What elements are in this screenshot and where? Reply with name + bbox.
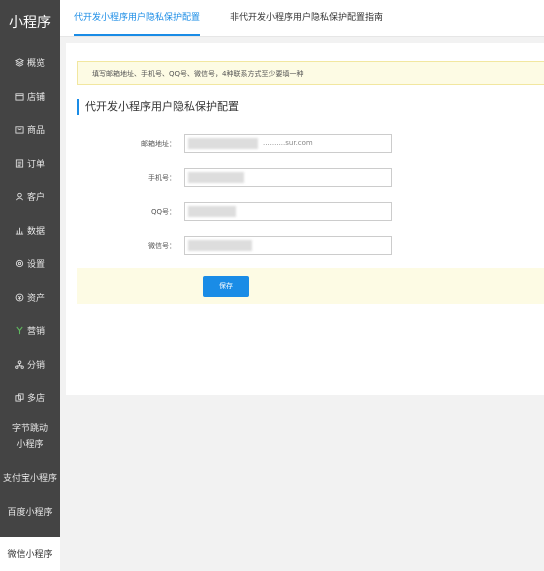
marketing-icon bbox=[15, 326, 24, 335]
order-icon bbox=[15, 159, 24, 168]
sidebar-item-alipay-miniapp[interactable]: 支付宝小程序 bbox=[0, 461, 60, 495]
tab-privacy-guide[interactable]: 非代开发小程序用户隐私保护配置指南 bbox=[230, 0, 383, 36]
email-label: 邮箱地址： bbox=[141, 140, 176, 148]
sidebar-item-label: 数据 bbox=[26, 226, 45, 237]
sidebar-item-assets[interactable]: 资产 bbox=[0, 281, 60, 315]
sidebar-item-baidu-miniapp[interactable]: 百度小程序 bbox=[0, 495, 60, 529]
phone-field[interactable] bbox=[184, 168, 392, 187]
tab-privacy-config[interactable]: 代开发小程序用户隐私保护配置 bbox=[74, 0, 201, 36]
save-button[interactable]: 保存 bbox=[203, 276, 249, 297]
gear-icon bbox=[15, 259, 24, 268]
sidebar-item-label: 商品 bbox=[26, 126, 45, 137]
sidebar-item-label: 百度小程序 bbox=[7, 508, 53, 518]
sidebar-item-label-line1: 字节跳动 bbox=[11, 424, 48, 434]
wechat-label: 微信号： bbox=[148, 242, 176, 250]
bag-icon bbox=[15, 125, 24, 134]
top-tab-bar: 代开发小程序用户隐私保护配置 非代开发小程序用户隐私保护配置指南 bbox=[60, 0, 544, 37]
sidebar-item-label: 资产 bbox=[26, 293, 45, 304]
email-field-value: ..........sur.com bbox=[263, 139, 313, 147]
multistore-icon bbox=[15, 393, 24, 402]
sidebar: 小程序 概览 店铺 商品 订单 客户 数据 设置 资产 营销 分销 多店 字节跳… bbox=[0, 0, 60, 571]
sidebar-item-label: 营销 bbox=[26, 327, 45, 338]
sidebar-item-label: 店铺 bbox=[26, 92, 45, 103]
sidebar-item-goods[interactable]: 商品 bbox=[0, 113, 60, 147]
sidebar-item-data[interactable]: 数据 bbox=[0, 214, 60, 248]
sidebar-item-label: 设置 bbox=[26, 260, 45, 271]
sidebar-item-label: 概览 bbox=[26, 59, 45, 70]
sidebar-item-distribution[interactable]: 分销 bbox=[0, 348, 60, 382]
sidebar-brand: 小程序 bbox=[9, 15, 51, 31]
sidebar-item-label: 客户 bbox=[26, 193, 45, 204]
save-bar: 保存 bbox=[77, 268, 544, 304]
qq-field[interactable] bbox=[184, 202, 392, 221]
sidebar-item-store[interactable]: 店铺 bbox=[0, 80, 60, 114]
sidebar-item-multistore[interactable]: 多店 bbox=[0, 381, 60, 415]
redacted-mask bbox=[188, 206, 236, 217]
sidebar-item-wechat-miniapp[interactable]: 微信小程序 bbox=[0, 536, 60, 571]
main-content: 填写邮箱地址、手机号、QQ号、微信号，4种联系方式至少要填一种 代开发小程序用户… bbox=[66, 43, 544, 395]
sidebar-item-label: 支付宝小程序 bbox=[2, 474, 57, 484]
sidebar-item-bytedance-miniapp[interactable]: 字节跳动 小程序 bbox=[0, 415, 60, 461]
layers-icon bbox=[14, 58, 24, 67]
wechat-field[interactable] bbox=[184, 236, 392, 255]
sidebar-item-label: 分销 bbox=[26, 360, 45, 371]
sidebar-item-label: 微信小程序 bbox=[7, 550, 53, 560]
redacted-mask bbox=[188, 172, 244, 183]
notice-banner: 填写邮箱地址、手机号、QQ号、微信号，4种联系方式至少要填一种 bbox=[77, 61, 544, 85]
sidebar-item-label-line2: 小程序 bbox=[16, 440, 44, 450]
redacted-mask bbox=[188, 138, 258, 149]
qq-label: QQ号： bbox=[150, 208, 176, 216]
sidebar-item-marketing[interactable]: 营销 bbox=[0, 314, 60, 348]
distribution-icon bbox=[15, 360, 24, 369]
email-field[interactable]: ..........sur.com bbox=[184, 134, 392, 153]
store-icon bbox=[15, 92, 24, 101]
redacted-mask bbox=[188, 240, 252, 251]
wallet-icon bbox=[15, 293, 24, 302]
user-icon bbox=[15, 192, 24, 201]
sidebar-item-customers[interactable]: 客户 bbox=[0, 180, 60, 214]
phone-label: 手机号： bbox=[148, 174, 176, 182]
chart-icon bbox=[15, 226, 24, 235]
sidebar-item-overview[interactable]: 概览 bbox=[0, 46, 60, 80]
sidebar-item-orders[interactable]: 订单 bbox=[0, 147, 60, 181]
sidebar-item-label: 订单 bbox=[26, 159, 45, 170]
sidebar-item-settings[interactable]: 设置 bbox=[0, 247, 60, 281]
sidebar-item-label: 多店 bbox=[26, 394, 45, 405]
section-title: 代开发小程序用户隐私保护配置 bbox=[77, 99, 239, 115]
